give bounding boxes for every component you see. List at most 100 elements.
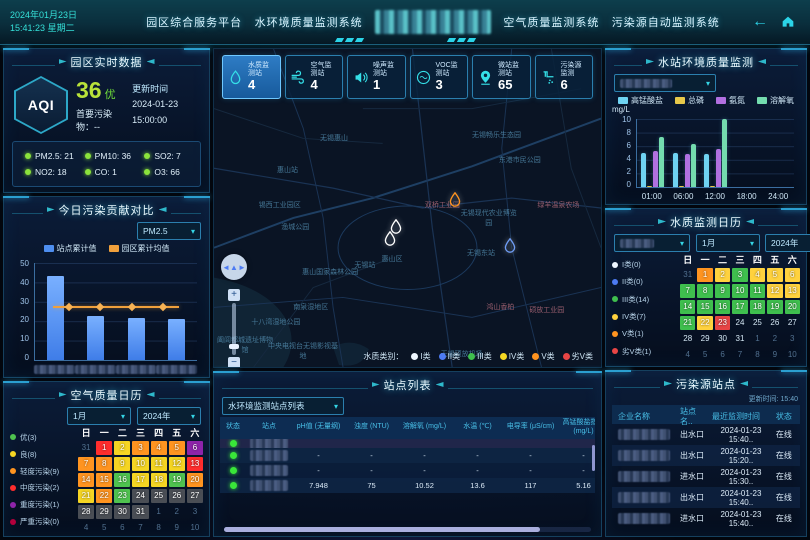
calendar-day[interactable]: 16 [114,473,130,487]
calendar-day[interactable]: 18 [750,300,765,314]
calendar-day[interactable]: 3 [785,332,800,346]
map-btn-water-drop[interactable]: 水质监测站4 [222,55,281,99]
calendar-day[interactable]: 26 [767,316,782,330]
calendar-day[interactable]: 24 [132,489,148,503]
nav-tab-park-platform[interactable]: 园区综合服务平台 [146,14,242,30]
calendar-day[interactable]: 21 [680,316,695,330]
table-row[interactable]: 出水口2024-01-23 15:40..在线 [612,424,800,445]
map-btn-wind[interactable]: 空气监测站4 [285,55,344,99]
water-year-select[interactable]: 2024年▾ [765,234,810,252]
calendar-day[interactable]: 3 [132,441,148,455]
home-icon[interactable] [780,14,796,30]
table-row[interactable]: 进水口2024-01-23 15:30..在线 [612,466,800,487]
calendar-day[interactable]: 28 [680,332,695,346]
calendar-day[interactable]: 7 [132,521,148,535]
vertical-scrollbar[interactable] [592,445,595,471]
calendar-day[interactable]: 6 [715,348,730,362]
water-month-select[interactable]: 1月▾ [696,234,760,252]
table-row[interactable]: 进水口2024-01-23 15:40..在线 [612,508,800,529]
calendar-day[interactable]: 1 [697,268,712,282]
calendar-day[interactable]: 3 [732,268,747,282]
nav-tab-water-system[interactable]: 水环境质量监测系统 [255,14,363,30]
air-month-select[interactable]: 1月▾ [67,407,131,425]
calendar-day[interactable]: 1 [151,505,167,519]
map-view[interactable]: 无锡惠山惠山站锡西工业园区渔城公园惠山国家森林公园无锡站惠山区南泉湿地区十八湾湿… [213,48,602,368]
calendar-day[interactable]: 1 [750,332,765,346]
nav-tab-air-system[interactable]: 空气质量监测系统 [503,14,599,30]
calendar-day[interactable]: 2 [114,441,130,455]
back-arrow-icon[interactable]: ← [752,14,768,30]
calendar-day[interactable]: 25 [151,489,167,503]
calendar-day[interactable]: 19 [169,473,185,487]
air-year-select[interactable]: 2024年▾ [137,407,201,425]
calendar-day[interactable]: 8 [750,348,765,362]
calendar-day[interactable]: 29 [697,332,712,346]
station-list-select[interactable]: 水环境监测站点列表▾ [222,397,344,415]
calendar-day[interactable]: 6 [187,441,203,455]
calendar-day[interactable]: 31 [78,441,94,455]
zoom-out-button[interactable]: − [228,357,240,368]
water-station-marker[interactable] [504,238,516,258]
calendar-day[interactable]: 27 [187,489,203,503]
calendar-day[interactable]: 18 [151,473,167,487]
calendar-day[interactable]: 11 [750,284,765,298]
calendar-day[interactable]: 5 [169,441,185,455]
calendar-day[interactable]: 10 [132,457,148,471]
pollutant-select[interactable]: PM2.5▾ [137,222,201,240]
calendar-day[interactable]: 22 [697,316,712,330]
water-station-select[interactable]: ▾ [614,74,716,92]
nav-tab-pollution-system[interactable]: 污染源自动监测系统 [612,14,720,30]
calendar-day[interactable]: 1 [96,441,112,455]
water-station-marker[interactable] [384,231,396,251]
map-btn-location-pin[interactable]: 微站监测站65 [472,55,531,99]
calendar-day[interactable]: 24 [732,316,747,330]
calendar-day[interactable]: 16 [715,300,730,314]
calendar-day[interactable]: 19 [767,300,782,314]
calendar-day[interactable]: 8 [151,521,167,535]
calendar-day[interactable]: 17 [132,473,148,487]
calendar-day[interactable]: 5 [767,268,782,282]
calendar-day[interactable]: 13 [785,284,800,298]
calendar-day[interactable]: 2 [715,268,730,282]
calendar-day[interactable]: 6 [785,268,800,282]
table-row[interactable]: 出水口2024-01-23 15:20..在线 [612,445,800,466]
calendar-day[interactable]: 12 [169,457,185,471]
calendar-day[interactable]: 29 [96,505,112,519]
calendar-day[interactable]: 4 [680,348,695,362]
table-row[interactable]: 0.021880.001115 [220,439,595,448]
calendar-day[interactable]: 13 [187,457,203,471]
calendar-day[interactable]: 12 [767,284,782,298]
table-row[interactable]: ------0.017360.156856-- [220,448,595,463]
map-btn-noise[interactable]: 噪声监测站1 [347,55,406,99]
calendar-day[interactable]: 7 [732,348,747,362]
table-row[interactable]: 出水口2024-01-23 15:40..在线 [612,487,800,508]
calendar-day[interactable]: 9 [767,348,782,362]
calendar-day[interactable]: 17 [732,300,747,314]
calendar-day[interactable]: 5 [96,521,112,535]
calendar-day[interactable]: 7 [78,457,94,471]
zoom-slider[interactable] [232,303,236,355]
calendar-day[interactable]: 23 [715,316,730,330]
calendar-day[interactable]: 31 [680,268,695,282]
calendar-day[interactable]: 15 [697,300,712,314]
water-station-marker[interactable] [449,192,461,212]
map-btn-voc[interactable]: VOC监测站3 [410,55,469,99]
calendar-day[interactable]: 9 [114,457,130,471]
calendar-day[interactable]: 10 [785,348,800,362]
calendar-day[interactable]: 20 [785,300,800,314]
zoom-in-button[interactable]: + [228,289,240,301]
calendar-day[interactable]: 9 [169,521,185,535]
calendar-day[interactable]: 14 [680,300,695,314]
calendar-day[interactable]: 25 [750,316,765,330]
calendar-day[interactable]: 4 [78,521,94,535]
calendar-day[interactable]: 10 [732,284,747,298]
map-pan-control[interactable]: ◄▲► [221,254,247,280]
calendar-day[interactable]: 30 [715,332,730,346]
calendar-day[interactable]: 14 [78,473,94,487]
calendar-day[interactable]: 4 [151,441,167,455]
calendar-day[interactable]: 5 [697,348,712,362]
calendar-day[interactable]: 28 [78,505,94,519]
table-row[interactable]: 7.9487510.5213.61175.160.005880.002685.5… [220,478,595,493]
calendar-day[interactable]: 15 [96,473,112,487]
calendar-day[interactable]: 2 [169,505,185,519]
